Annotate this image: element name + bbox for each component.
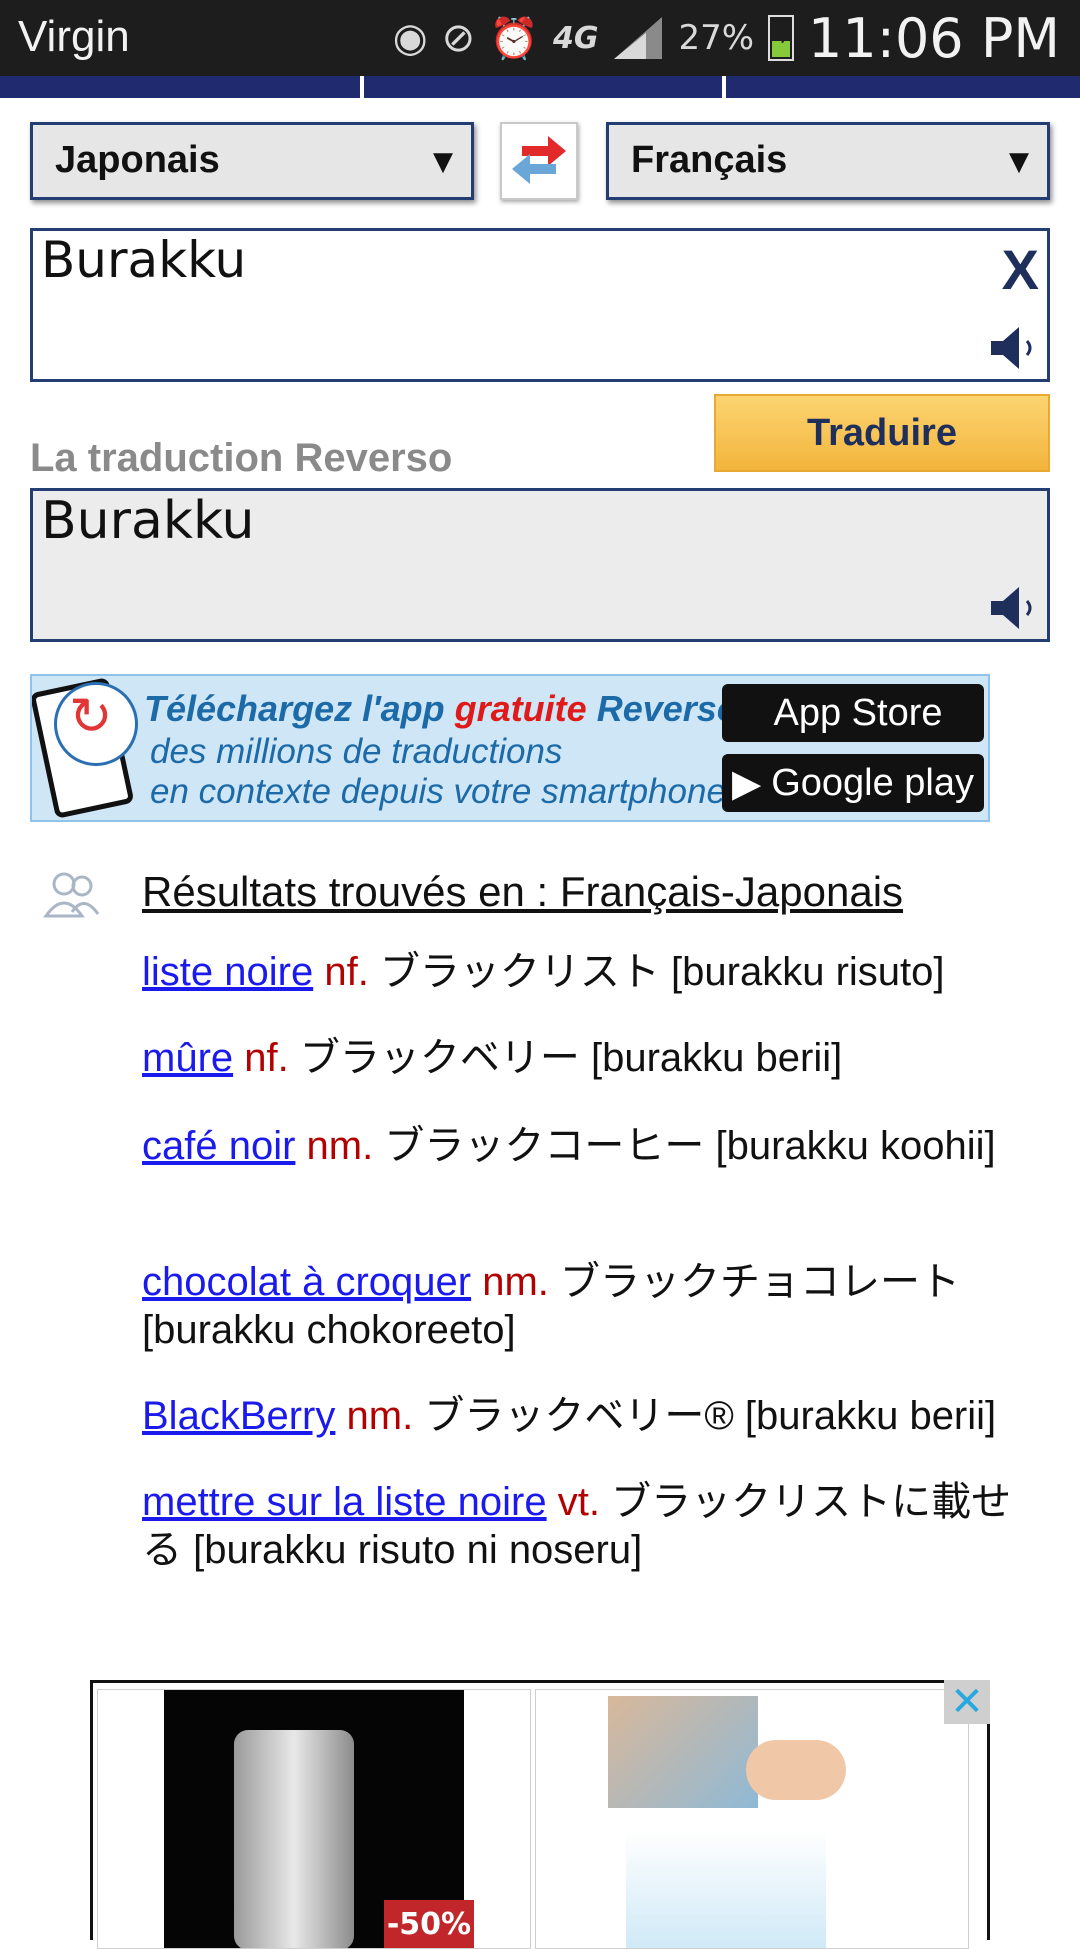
phone-photo	[234, 1730, 354, 1948]
source-language-select[interactable]: Japonais ▼	[30, 122, 474, 200]
swap-arrows-icon	[512, 136, 566, 184]
top-nav-strip[interactable]	[0, 76, 1080, 98]
clear-icon[interactable]: X	[1002, 237, 1039, 302]
result-term-link[interactable]: mettre sur la liste noire	[142, 1480, 547, 1524]
status-icons: ◉ ⊘ ⏰ 4G 27% ϟ 11:06 PM	[393, 6, 1060, 70]
play-icon: ▶	[731, 762, 762, 805]
advertisement[interactable]: -50%	[90, 1680, 990, 1949]
clock: 11:06 PM	[808, 6, 1060, 70]
ad-close-button[interactable]: ✕	[944, 1680, 990, 1724]
result-label: La traduction Reverso	[30, 436, 453, 480]
result-term-link[interactable]: chocolat à croquer	[142, 1260, 471, 1304]
result-translation: ブラックベリー® [burakku berii]	[424, 1394, 997, 1438]
hand-photo	[746, 1740, 846, 1800]
translation-output: Burakku	[30, 488, 1050, 642]
part-of-speech: vt.	[557, 1480, 600, 1524]
alarm-icon: ⏰	[489, 15, 539, 62]
source-language-label: Japonais	[55, 139, 220, 181]
part-of-speech: nm.	[482, 1260, 549, 1304]
signal-icon	[614, 17, 663, 59]
nav-divider	[722, 76, 726, 98]
part-of-speech: nm.	[306, 1124, 374, 1168]
banner-line-2: des millions de traductions	[150, 732, 563, 771]
result-translation: ブラックベリー [burakku berii]	[299, 1036, 843, 1080]
no-vibrate-icon: ⊘	[441, 15, 476, 61]
network-type: 4G	[552, 20, 599, 56]
result-term-link[interactable]: mûre	[142, 1036, 233, 1080]
result-entry: mettre sur la liste noire vt. ブラックリストに載せ…	[142, 1478, 1042, 1574]
target-language-select[interactable]: Français ▼	[606, 122, 1050, 200]
result-translation: ブラックリスト [burakku risuto]	[379, 950, 945, 994]
people-icon	[42, 868, 102, 920]
carrier-name: Virgin	[18, 12, 130, 61]
app-store-button[interactable]: App Store	[722, 684, 984, 742]
result-term-link[interactable]: BlackBerry	[142, 1394, 335, 1438]
swap-languages-button[interactable]	[500, 122, 578, 200]
app-promo-banner[interactable]: Téléchargez l'app gratuite Reverso des m…	[30, 674, 990, 822]
result-term-link[interactable]: café noir	[142, 1124, 295, 1168]
eye-icon: ◉	[392, 15, 428, 61]
discount-badge: -50%	[384, 1900, 474, 1948]
speaker-icon[interactable]	[987, 323, 1043, 373]
target-language-label: Français	[631, 139, 788, 181]
translated-text: Burakku	[41, 491, 255, 551]
google-play-button[interactable]: ▶ Google play	[722, 754, 984, 812]
part-of-speech: nf.	[324, 950, 369, 994]
source-text-input[interactable]: Burakku X	[30, 228, 1050, 382]
banner-line-3: en contexte depuis votre smartphone	[150, 772, 726, 811]
dropdown-arrow-icon: ▼	[433, 147, 453, 177]
result-translation: ブラックコーヒー [burakku koohii]	[384, 1124, 996, 1168]
battery-percent: 27%	[678, 18, 755, 58]
source-text[interactable]: Burakku	[41, 231, 246, 289]
ad-item-phone-case[interactable]: -50%	[97, 1689, 531, 1949]
part-of-speech: nm.	[346, 1394, 414, 1438]
result-entry: liste noire nf. ブラックリスト [burakku risuto]	[142, 948, 1042, 996]
dropdown-arrow-icon: ▼	[1009, 147, 1029, 177]
battery-icon: ϟ	[768, 15, 795, 61]
selfie-stick-photo	[626, 1830, 826, 1948]
part-of-speech: nf.	[244, 1036, 289, 1080]
reverso-logo	[54, 682, 138, 766]
ad-item-selfie-stick[interactable]	[535, 1689, 969, 1949]
results-heading: Résultats trouvés en : Français-Japonais	[142, 868, 904, 915]
translate-button[interactable]: Traduire	[714, 394, 1050, 472]
ad-image-selfie	[608, 1696, 758, 1808]
speaker-icon[interactable]	[987, 583, 1043, 633]
ad-image-phone: -50%	[164, 1690, 474, 1948]
result-entry: chocolat à croquer nm. ブラックチョコレート [burak…	[142, 1258, 1042, 1354]
banner-line-1: Téléchargez l'app gratuite Reverso	[144, 688, 739, 729]
status-bar: Virgin ◉ ⊘ ⏰ 4G 27% ϟ 11:06 PM	[0, 0, 1080, 76]
result-entry: mûre nf. ブラックベリー [burakku berii]	[142, 1034, 1042, 1082]
nav-divider	[360, 76, 364, 98]
result-term-link[interactable]: liste noire	[142, 950, 313, 994]
result-entry: BlackBerry nm. ブラックベリー® [burakku berii]	[142, 1392, 1042, 1440]
result-entry: café noir nm. ブラックコーヒー [burakku koohii]	[142, 1122, 1042, 1170]
